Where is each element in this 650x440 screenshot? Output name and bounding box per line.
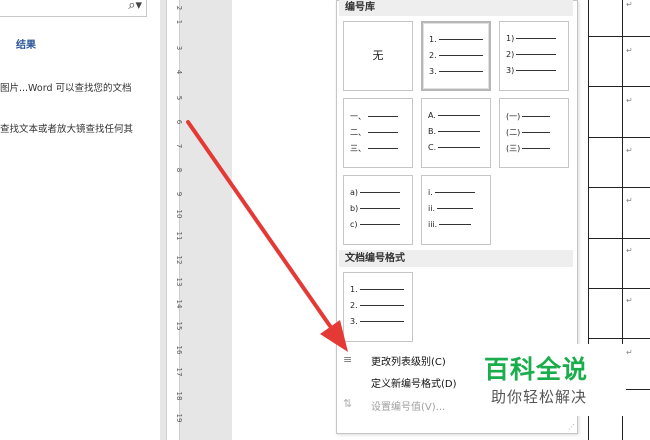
numbering-library-header: 编号库 — [339, 0, 573, 16]
table-row — [588, 187, 650, 188]
ruler-strip: 2 1 3 4 5 6 7 8 9 10 11 12 13 14 15 16 1… — [166, 0, 183, 440]
watermark-subtitle: 助你轻松解决 — [491, 388, 588, 406]
paragraph-mark-icon: ↵ — [626, 348, 633, 357]
tile-marker: a) — [350, 188, 359, 197]
tile-marker: B. — [428, 127, 437, 136]
tile-marker: 2. — [350, 301, 358, 310]
search-input[interactable]: ⌕▾ — [0, 0, 147, 17]
numbering-tile-lower-roman[interactable]: i. ii. iii. — [421, 175, 491, 245]
tile-marker: 2) — [506, 50, 515, 59]
tile-marker: 2. — [429, 51, 437, 60]
paragraph-mark-icon: ↵ — [626, 0, 633, 9]
table-row — [588, 338, 650, 339]
numbering-tile-upper-alpha[interactable]: A. B. C. — [421, 98, 491, 168]
table-row — [588, 288, 650, 289]
document-numbering-tile[interactable]: 1. 2. 3. — [343, 272, 413, 342]
numbering-tile-decimal-paren[interactable]: 1) 2) 3) — [499, 21, 569, 91]
search-result-snippet[interactable]: 图片...Word 可以查找您的文档 — [0, 80, 160, 94]
paragraph-mark-icon: ↵ — [626, 246, 633, 255]
paragraph-mark-icon: ↵ — [626, 46, 633, 55]
tile-marker: 3. — [350, 317, 358, 326]
tile-marker: iii. — [428, 220, 438, 229]
document-numbering-header: 文档编号格式 — [339, 250, 573, 267]
set-numbering-value-icon: ⇅ — [343, 397, 353, 410]
tile-marker: 3. — [429, 67, 437, 76]
tile-marker: 三、 — [350, 144, 366, 153]
set-numbering-value-menu-item[interactable]: 设置编号值(V)... — [371, 398, 445, 413]
list-level-icon: ≡ — [343, 353, 353, 366]
numbering-tile-chinese[interactable]: 一、 二、 三、 — [343, 98, 413, 168]
table-row — [588, 137, 650, 138]
tile-marker: c) — [350, 220, 358, 229]
tile-marker: (二) — [506, 128, 521, 137]
change-list-level-menu-item[interactable]: 更改列表级别(C) — [371, 353, 446, 368]
tile-marker: 二、 — [350, 128, 366, 137]
navigation-pane: ⌕▾ 结果 图片...Word 可以查找您的文档 查找文本或者放大镜查找任何其 — [0, 0, 160, 440]
tile-marker: b) — [350, 204, 359, 213]
none-label: 无 — [372, 49, 384, 62]
tile-marker: i. — [428, 188, 433, 197]
search-icon[interactable]: ⌕▾ — [128, 0, 142, 13]
tile-marker: 1. — [350, 285, 358, 294]
numbering-tile-lower-alpha[interactable]: a) b) c) — [343, 175, 413, 245]
table-row — [588, 36, 650, 37]
table-row — [588, 238, 650, 239]
numbering-tile-chinese-paren[interactable]: (一) (二) (三) — [499, 98, 569, 168]
paragraph-mark-icon: ↵ — [626, 146, 633, 155]
watermark-title: 百科全说 — [484, 355, 589, 384]
paragraph-mark-icon: ↵ — [626, 96, 633, 105]
paragraph-mark-icon: ↵ — [626, 196, 633, 205]
tile-marker: 1) — [506, 34, 515, 43]
tile-marker: C. — [428, 143, 437, 152]
define-new-number-format-menu-item[interactable]: 定义新编号格式(D) — [371, 375, 457, 390]
tile-marker: (一) — [506, 112, 521, 121]
tile-marker: (三) — [506, 144, 521, 153]
resize-grip-icon[interactable]: ⋰ — [568, 423, 575, 431]
numbering-none-tile[interactable]: 无 — [343, 21, 413, 91]
document-margin — [182, 0, 232, 440]
table-row — [588, 86, 650, 87]
paragraph-mark-icon: ↵ — [626, 296, 633, 305]
tile-marker: A. — [428, 111, 436, 120]
vertical-ruler: 2 1 3 4 5 6 7 8 9 10 11 12 13 14 15 16 1… — [160, 0, 183, 440]
tab-results[interactable]: 结果 — [16, 36, 36, 51]
tile-marker: ii. — [428, 204, 435, 213]
numbering-tile-decimal-dot[interactable]: 1. 2. 3. — [421, 21, 491, 91]
tile-marker: 一、 — [350, 112, 366, 121]
search-result-snippet[interactable]: 查找文本或者放大镜查找任何其 — [0, 121, 160, 135]
tile-marker: 3) — [506, 66, 515, 75]
tile-marker: 1. — [429, 35, 437, 44]
